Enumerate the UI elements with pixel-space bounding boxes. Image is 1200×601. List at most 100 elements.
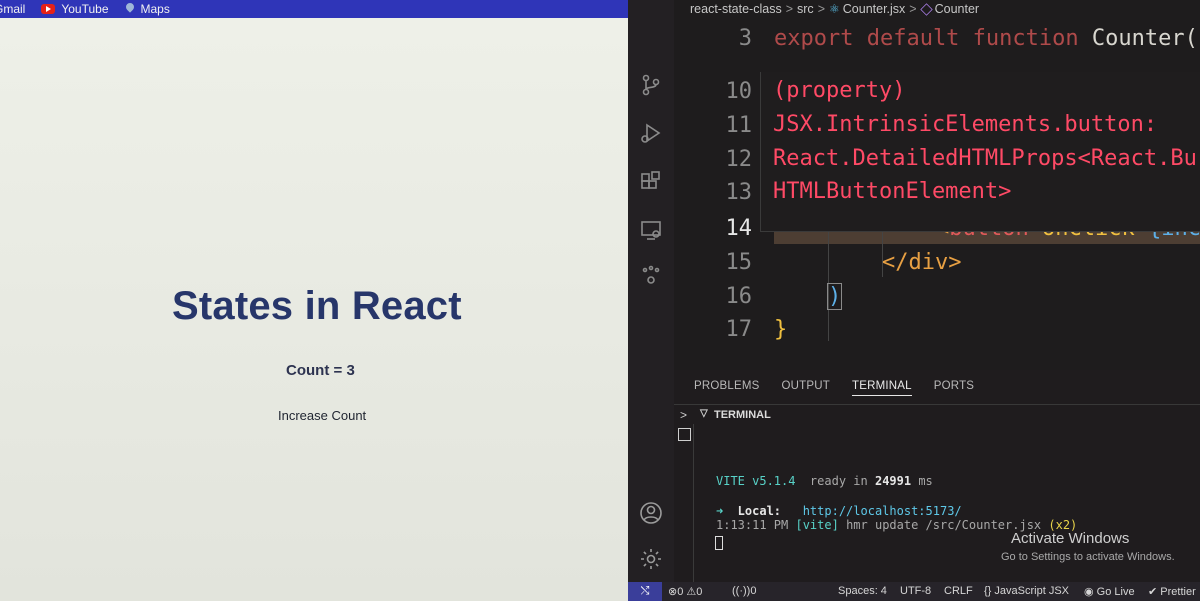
maps-icon xyxy=(125,3,135,15)
line-number: 15 xyxy=(725,250,753,275)
account-icon[interactable] xyxy=(638,500,664,526)
problems-status[interactable]: ⊗0 ⚠0 xyxy=(668,585,702,598)
activate-title: Activate Windows xyxy=(1011,530,1130,547)
status-bar: ⤭ ⊗0 ⚠0 ((·))0 Spaces: 4 UTF-8 CRLF {} J… xyxy=(628,582,1200,601)
code-editor: react-state-class > src > ⚛ Counter.jsx … xyxy=(628,0,1200,601)
run-debug-icon[interactable] xyxy=(638,120,664,146)
chevron-right-icon: > xyxy=(909,2,917,16)
app-page: States in React Count = 3 Increase Count xyxy=(0,18,628,601)
source-control-icon[interactable] xyxy=(638,72,664,98)
react-file-icon: ⚛ xyxy=(829,2,840,16)
remote-explorer-icon[interactable] xyxy=(638,217,664,243)
prettier-status[interactable]: ✔ Prettier xyxy=(1148,585,1196,598)
go-live-label: Go Live xyxy=(1096,586,1135,598)
hmr-time: 1:13:11 PM xyxy=(716,518,796,532)
line-number: 3 xyxy=(738,26,752,51)
eol-status[interactable]: CRLF xyxy=(944,585,973,597)
remote-icon: ⤭ xyxy=(640,585,650,597)
bookmark-label: YouTube xyxy=(61,2,109,16)
terminal-title: TERMINAL xyxy=(714,409,771,421)
bookmark-maps[interactable]: Maps xyxy=(125,0,170,18)
bottom-panel: PROBLEMS OUTPUT TERMINAL PORTS > ▽ TERMI… xyxy=(674,370,1200,582)
bookmarks-bar: Gmail YouTube Maps xyxy=(0,0,628,18)
count-display: Count = 3 xyxy=(286,362,355,379)
code-line[interactable]: export default function Counter( xyxy=(774,26,1198,51)
warning-icon: ⚠ xyxy=(686,586,697,598)
code-token: Counter( xyxy=(1078,26,1198,51)
error-count: 0 xyxy=(677,586,684,598)
hmr-text: hmr update xyxy=(838,518,926,532)
bookmark-label: Maps xyxy=(140,2,170,16)
braces-icon: {} xyxy=(984,585,992,597)
tooltip-line: JSX.IntrinsicElements.button: xyxy=(773,112,1158,137)
vite-version: v5.1.4 xyxy=(744,474,796,488)
testing-icon[interactable] xyxy=(638,262,664,288)
tab-terminal[interactable]: TERMINAL xyxy=(852,380,912,396)
code-line[interactable]: </div> xyxy=(882,250,961,275)
code-line[interactable]: } xyxy=(774,317,787,342)
check-double-icon: ✔ xyxy=(1148,586,1158,598)
language-status[interactable]: {} JavaScript JSX xyxy=(984,585,1069,597)
activate-windows-watermark: Activate Windows Go to Settings to activ… xyxy=(1001,530,1175,563)
tab-problems[interactable]: PROBLEMS xyxy=(694,380,760,396)
indentation-status[interactable]: Spaces: 4 xyxy=(838,585,887,597)
breadcrumb: react-state-class > src > ⚛ Counter.jsx … xyxy=(690,2,979,16)
line-number: 11 xyxy=(725,113,753,138)
terminal-side-strip xyxy=(674,424,694,582)
error-icon: ⊗ xyxy=(668,586,678,598)
line-number: 10 xyxy=(725,79,753,104)
breadcrumb-folder[interactable]: src xyxy=(797,2,814,16)
activate-subtitle: Go to Settings to activate Windows. xyxy=(1001,551,1175,563)
hmr-tag: [vite] xyxy=(795,518,839,532)
count-label: Count xyxy=(286,362,330,379)
terminal-line-vite: VITE v5.1.4 ready in 24991 ms xyxy=(716,474,933,488)
ready-text: ready in xyxy=(795,474,875,488)
broadcast-icon: ◉ xyxy=(1084,586,1094,598)
remote-indicator[interactable]: ⤭ xyxy=(628,582,662,601)
local-label: Local: xyxy=(723,504,782,518)
ports-count: 0 xyxy=(750,585,757,597)
line-number: 17 xyxy=(725,317,753,342)
extensions-icon[interactable] xyxy=(638,169,664,195)
terminal-section-header[interactable]: > ▽ TERMINAL xyxy=(674,404,1200,424)
tooltip-line: React.DetailedHTMLProps<React.Bu xyxy=(773,146,1197,171)
count-value: 3 xyxy=(346,362,355,379)
go-live-button[interactable]: ◉ Go Live xyxy=(1084,585,1135,598)
language-label: JavaScript JSX xyxy=(994,585,1070,597)
split-terminal-icon[interactable] xyxy=(678,428,691,441)
code-token: export default function xyxy=(774,26,1079,51)
line-number: 14 xyxy=(725,216,753,241)
encoding-status[interactable]: UTF-8 xyxy=(900,585,931,597)
settings-gear-icon[interactable] xyxy=(638,546,664,572)
chevron-right-icon[interactable]: > xyxy=(680,408,687,422)
bookmark-youtube[interactable]: YouTube xyxy=(41,0,109,18)
code-area[interactable]: 3 export default function Counter( 10 11… xyxy=(674,22,1200,389)
code-line[interactable]: ) xyxy=(826,283,843,310)
breadcrumb-file[interactable]: Counter.jsx xyxy=(843,2,906,16)
breadcrumb-symbol[interactable]: Counter xyxy=(935,2,979,16)
activity-bar xyxy=(628,0,674,582)
page-title: States in React xyxy=(172,284,462,328)
panel-tabs: PROBLEMS OUTPUT TERMINAL PORTS xyxy=(694,380,974,396)
count-equals: = xyxy=(329,362,347,379)
local-url-link[interactable]: http://localhost:5173/ xyxy=(781,504,962,518)
broadcast-icon: ((·)) xyxy=(732,585,751,597)
increase-count-button[interactable]: Increase Count xyxy=(278,408,366,423)
chevron-down-icon[interactable]: ▽ xyxy=(700,408,708,419)
chevron-right-icon: > xyxy=(785,2,794,16)
tab-ports[interactable]: PORTS xyxy=(934,380,974,396)
ready-ms: 24991 xyxy=(874,474,912,488)
tooltip-line: (property) xyxy=(773,78,906,103)
ports-status[interactable]: ((·))0 xyxy=(732,585,756,597)
warning-count: 0 xyxy=(696,586,703,598)
terminal-cursor xyxy=(715,536,723,550)
tooltip-line: HTMLButtonElement> xyxy=(773,179,1012,204)
chevron-right-icon: > xyxy=(817,2,825,16)
ready-unit: ms xyxy=(911,474,933,488)
browser-window: Gmail YouTube Maps States in React Count… xyxy=(0,0,628,601)
tab-output[interactable]: OUTPUT xyxy=(782,380,830,396)
symbol-method-icon xyxy=(919,2,933,16)
bookmark-gmail[interactable]: Gmail xyxy=(0,0,25,18)
line-number: 12 xyxy=(725,147,753,172)
breadcrumb-project[interactable]: react-state-class xyxy=(690,2,782,16)
